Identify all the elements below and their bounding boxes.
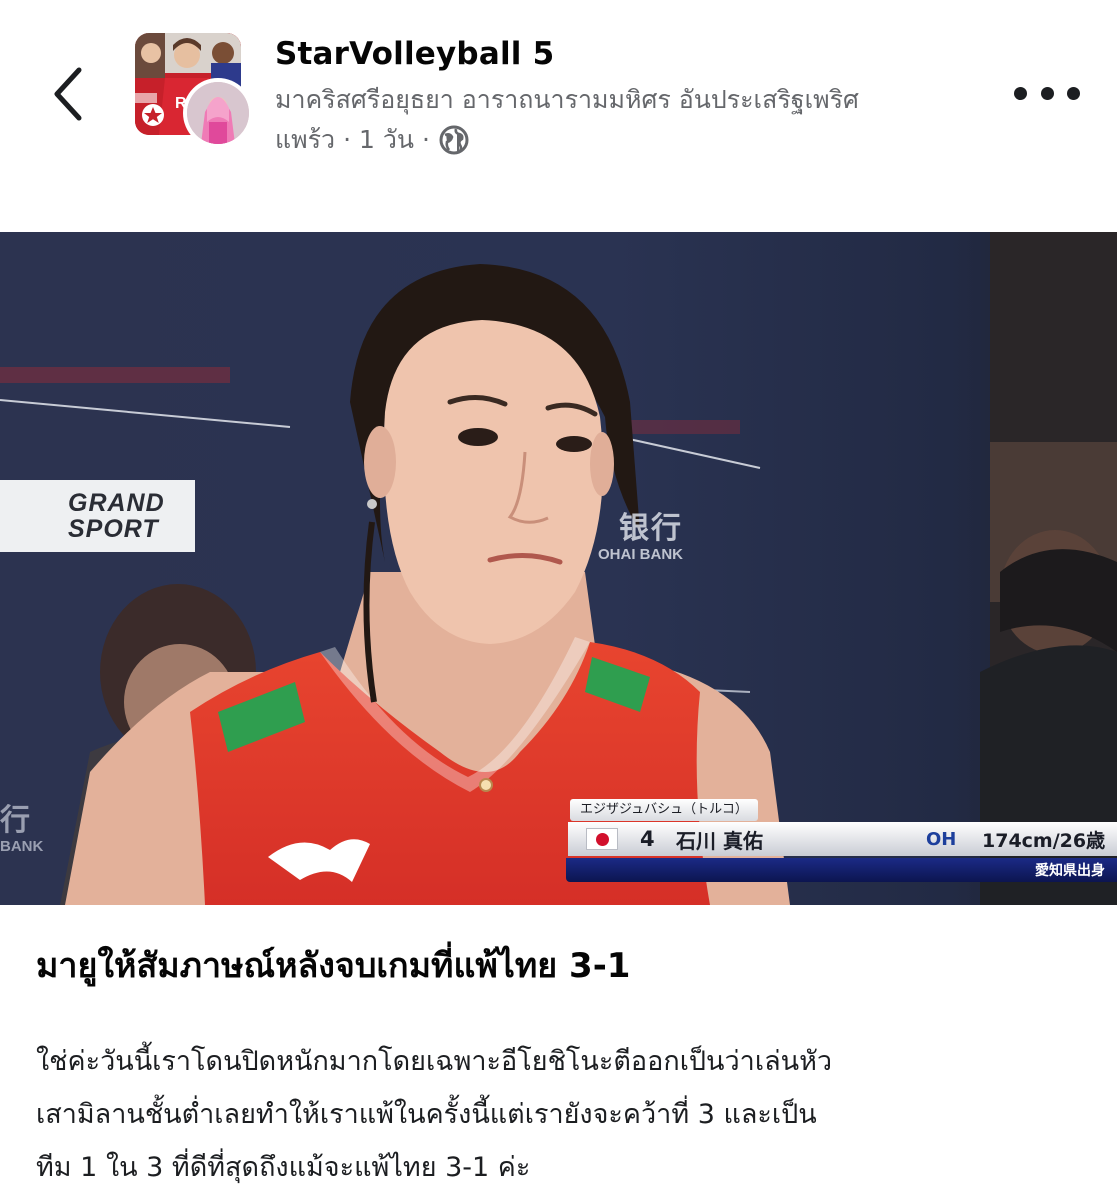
post-body-line: เสามิลานชั้นต่ำเลยทำให้เราแพ้ในครั้งนี้แ…	[36, 1099, 817, 1130]
avatar-group[interactable]: ROY	[135, 33, 253, 148]
back-button[interactable]	[36, 56, 100, 132]
japan-flag-icon	[586, 828, 618, 850]
bank-logo-english: OHAI BANK	[598, 546, 683, 563]
post-body-line: ทีม 1 ใน 3 ที่ดีที่สุดถึงแม้จะแพ้ไทย 3-1…	[36, 1152, 531, 1183]
author-avatar[interactable]	[183, 78, 253, 148]
more-options-button[interactable]	[1014, 78, 1080, 108]
more-horizontal-icon	[1040, 86, 1054, 100]
post-body: ใช่ค่ะวันนี้เราโดนปิดหนักมากโดยเฉพาะอีโย…	[36, 1035, 1096, 1194]
player-number: 4	[640, 827, 655, 851]
separator-dot: ·	[422, 125, 430, 154]
post-photo[interactable]: GRAND SPORT 银行 OHAI BANK 行 BANK エジザジュバシュ…	[0, 232, 1117, 905]
chevron-left-icon	[54, 67, 82, 121]
player-hometown: 愛知県出身	[566, 858, 1117, 882]
author-name[interactable]: มาคริสศรีอยุธยา อาราถนารามมหิศร อันประเส…	[275, 82, 1015, 118]
bank-logo-left: 行 BANK	[0, 804, 43, 856]
post-header: ROY StarVolleyb	[0, 0, 1117, 232]
more-horizontal-icon	[1067, 86, 1080, 100]
page-name[interactable]: StarVolleyball 5	[275, 34, 1015, 74]
globe-icon	[438, 124, 470, 156]
separator-dot: ·	[343, 125, 352, 154]
bank-logo-left-english: BANK	[0, 838, 44, 855]
author-name-continued[interactable]: แพร้ว	[275, 122, 335, 158]
player-name: 石川 真佑	[676, 828, 763, 853]
player-position: OH	[926, 828, 957, 850]
sponsor-board: GRAND SPORT	[0, 480, 195, 552]
more-horizontal-icon	[1014, 86, 1027, 100]
bank-logo-left-chinese: 行	[0, 804, 30, 837]
post-time-line: แพร้ว · 1 วัน ·	[275, 122, 1015, 158]
caption-team: エジザジュバシュ（トルコ）	[570, 799, 758, 821]
player-caption: 4 石川 真佑 OH 174cm/26歳	[568, 822, 1117, 856]
post-timestamp[interactable]: 1 วัน	[359, 122, 414, 158]
facebook-post: ROY StarVolleyb	[0, 0, 1117, 1200]
interview-scene	[0, 232, 1117, 905]
bank-logo: 银行 OHAI BANK	[598, 512, 683, 564]
sponsor-text: GRAND SPORT	[68, 489, 165, 543]
post-meta: StarVolleyball 5 มาคริสศรีอยุธยา อาราถนา…	[275, 34, 1015, 158]
post-body-line: ใช่ค่ะวันนี้เราโดนปิดหนักมากโดยเฉพาะอีโย…	[36, 1046, 833, 1077]
post-headline: มายูให้สัมภาษณ์หลังจบเกมที่แพ้ไทย 3-1	[36, 946, 631, 986]
author-avatar-image	[187, 82, 249, 144]
bank-logo-chinese: 银行	[619, 512, 683, 545]
player-height-age: 174cm/26歳	[982, 829, 1106, 852]
